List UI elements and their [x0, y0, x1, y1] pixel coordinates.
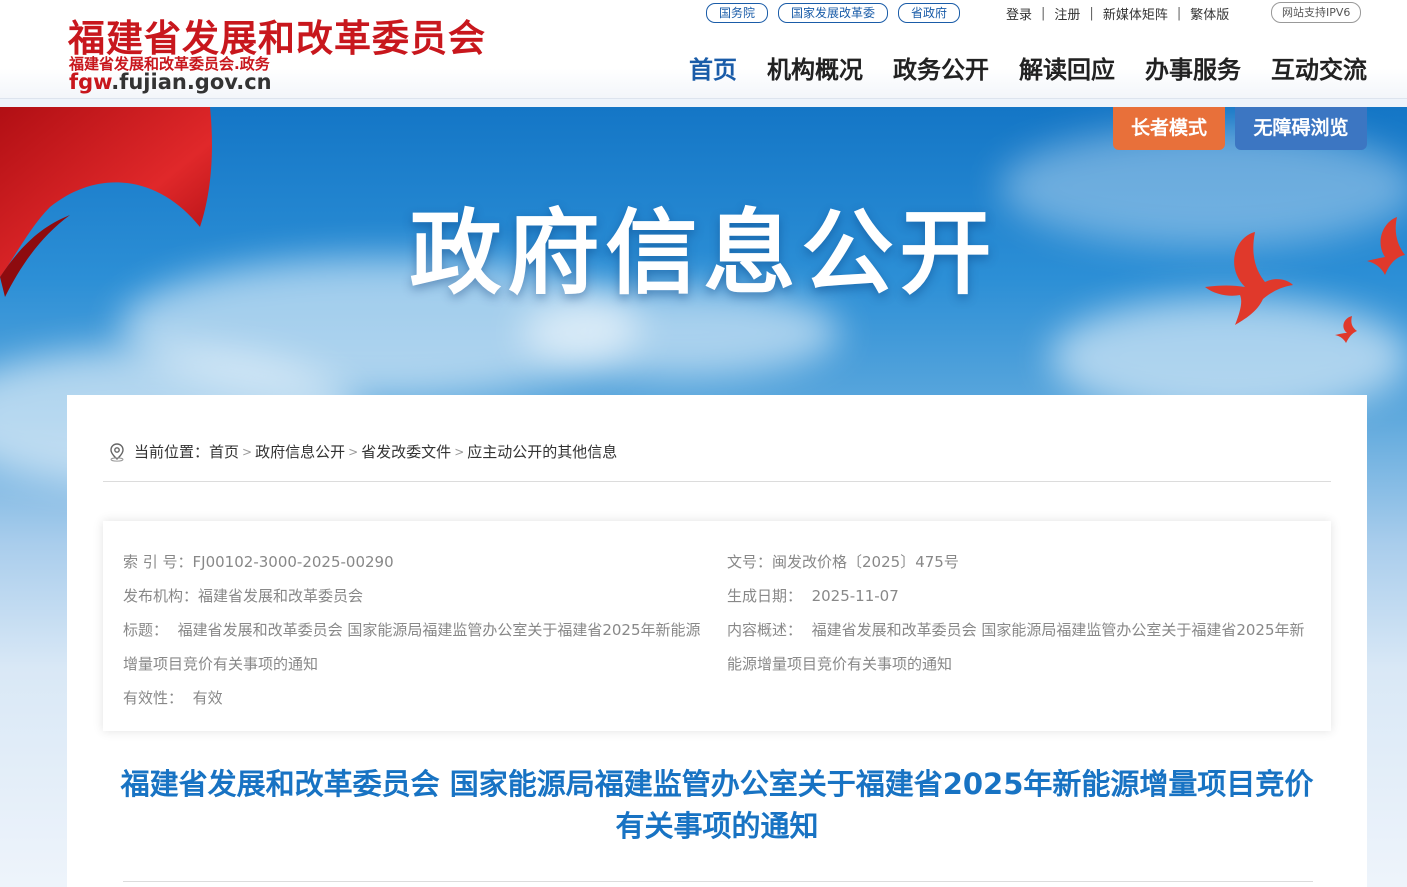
document-title: 福建省发展和改革委员会 国家能源局福建监管办公室关于福建省2025年新能源增量项…	[120, 767, 1314, 843]
meta-summary: 内容概述： 福建省发展和改革委员会 国家能源局福建监管办公室关于福建省2025年…	[727, 613, 1312, 681]
document-meta-box: 索 引 号：FJ00102-3000-2025-00290 发布机构：福建省发展…	[103, 521, 1331, 731]
dove-icon	[1335, 316, 1357, 343]
meta-label: 文号：	[727, 553, 773, 571]
utility-links: 登录 | 注册 | 新媒体矩阵 | 繁体版	[1006, 3, 1229, 23]
meta-value: 2025-11-07	[811, 587, 899, 605]
accessibility-button[interactable]: 无障碍浏览	[1235, 107, 1367, 150]
meta-value: 闽发改价格〔2025〕475号	[772, 553, 959, 571]
site-domain: fgw.fujian.gov.cn	[69, 70, 272, 94]
meta-value: 福建省发展和改革委员会	[198, 587, 364, 605]
nav-gov-affairs[interactable]: 政务公开	[893, 50, 989, 85]
nav-interpretation[interactable]: 解读回应	[1019, 50, 1115, 85]
breadcrumb-gov-info[interactable]: 政府信息公开	[255, 441, 345, 462]
breadcrumb-home[interactable]: 首页	[209, 441, 239, 462]
meta-value: 福建省发展和改革委员会 国家能源局福建监管办公室关于福建省2025年新能源增量项…	[123, 621, 701, 673]
nav-home[interactable]: 首页	[689, 50, 737, 85]
link-ndrc[interactable]: 国家发展改革委	[778, 3, 889, 23]
nav-services[interactable]: 办事服务	[1145, 50, 1241, 85]
nav-interaction[interactable]: 互动交流	[1271, 50, 1367, 85]
meta-column-left: 索 引 号：FJ00102-3000-2025-00290 发布机构：福建省发展…	[123, 545, 708, 715]
ipv6-badge: 网站支持IPV6	[1271, 2, 1362, 23]
register-link[interactable]: 注册	[1054, 4, 1080, 23]
breadcrumb-docs[interactable]: 省发改委文件	[361, 441, 451, 462]
meta-doc-number: 文号：闽发改价格〔2025〕475号	[727, 545, 1312, 579]
divider	[123, 881, 1313, 882]
separator: |	[1176, 5, 1182, 21]
meta-label: 发布机构：	[123, 587, 199, 605]
meta-label: 索 引 号：	[123, 553, 193, 571]
breadcrumb-other-info[interactable]: 应主动公开的其他信息	[467, 441, 617, 462]
meta-column-right: 文号：闽发改价格〔2025〕475号 生成日期： 2025-11-07 内容概述…	[727, 545, 1312, 681]
meta-validity: 有效性： 有效	[123, 681, 708, 715]
breadcrumb-label: 当前位置：	[134, 443, 210, 461]
meta-label: 内容概述：	[727, 621, 803, 639]
breadcrumb-separator: >	[242, 444, 253, 459]
breadcrumb-separator: >	[454, 444, 465, 459]
main-nav: 首页 机构概况 政务公开 解读回应 办事服务 互动交流	[689, 50, 1367, 85]
meta-value: FJ00102-3000-2025-00290	[192, 553, 394, 571]
banner-title: 政府信息公开	[409, 200, 998, 307]
meta-date: 生成日期： 2025-11-07	[727, 579, 1312, 613]
site-header: 福建省发展和改革委员会 福建省发展和改革委员会.政务 fgw.fujian.go…	[0, 0, 1407, 99]
separator: |	[1041, 5, 1046, 21]
breadcrumb-separator: >	[348, 444, 359, 459]
main-content: 当前位置： 首页 > 政府信息公开 > 省发改委文件 > 应主动公开的其他信息 …	[67, 395, 1367, 887]
meta-label: 标题：	[123, 621, 169, 639]
separator: |	[1089, 5, 1094, 21]
nav-organization[interactable]: 机构概况	[767, 50, 863, 85]
external-links: 国务院 国家发展改革委 省政府	[706, 3, 961, 23]
link-provincial-gov[interactable]: 省政府	[898, 3, 961, 23]
domain-prefix: fgw	[69, 70, 112, 94]
meta-title: 标题： 福建省发展和改革委员会 国家能源局福建监管办公室关于福建省2025年新能…	[123, 613, 708, 681]
traditional-chinese-link[interactable]: 繁体版	[1190, 4, 1229, 23]
meta-value: 有效	[192, 689, 223, 707]
meta-index: 索 引 号：FJ00102-3000-2025-00290	[123, 545, 708, 579]
new-media-link[interactable]: 新媒体矩阵	[1103, 4, 1168, 23]
login-link[interactable]: 登录	[1006, 4, 1032, 23]
domain-rest: .fujian.gov.cn	[111, 70, 272, 94]
meta-value: 福建省发展和改革委员会 国家能源局福建监管办公室关于福建省2025年新能源增量项…	[727, 621, 1305, 673]
meta-label: 生成日期：	[727, 587, 803, 605]
breadcrumb: 当前位置： 首页 > 政府信息公开 > 省发改委文件 > 应主动公开的其他信息	[107, 441, 617, 462]
meta-publisher: 发布机构：福建省发展和改革委员会	[123, 579, 708, 613]
link-state-council[interactable]: 国务院	[706, 3, 769, 23]
meta-label: 有效性：	[123, 689, 184, 707]
location-pin-icon	[110, 442, 124, 462]
elder-mode-button[interactable]: 长者模式	[1113, 107, 1225, 150]
divider	[103, 481, 1331, 482]
